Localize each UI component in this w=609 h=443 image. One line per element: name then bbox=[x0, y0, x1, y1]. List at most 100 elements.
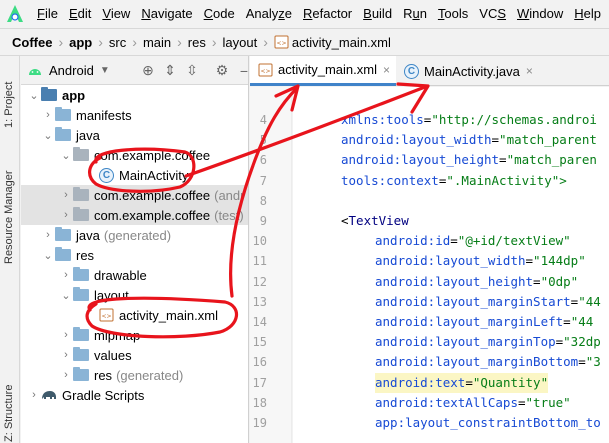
tree-row-values[interactable]: › values bbox=[21, 345, 248, 365]
java-class-icon: C bbox=[404, 63, 419, 79]
line-number: 10 bbox=[252, 234, 267, 249]
breadcrumb-module[interactable]: app bbox=[65, 35, 96, 50]
breadcrumb-main[interactable]: main bbox=[139, 35, 175, 50]
chevron-right-icon[interactable]: › bbox=[59, 369, 73, 381]
tree-row-java-generated[interactable]: › java (generated) bbox=[21, 225, 248, 245]
code-line: android:id="@+id/textView" bbox=[375, 233, 571, 249]
tree-row-app[interactable]: ⌄ app bbox=[21, 85, 248, 105]
chevron-right-icon[interactable]: › bbox=[59, 349, 73, 361]
menu-refactor[interactable]: Refactor bbox=[298, 0, 358, 28]
project-tool-tab[interactable]: 1: Project bbox=[3, 66, 17, 136]
tree-row-package-android-test[interactable]: › com.example.coffee (andr bbox=[21, 185, 248, 205]
menu-code[interactable]: Code bbox=[199, 0, 241, 28]
module-folder-icon bbox=[41, 87, 57, 101]
chevron-right-icon: › bbox=[177, 34, 182, 50]
breadcrumb-project[interactable]: Coffee bbox=[8, 35, 56, 50]
breadcrumb-file-label: activity_main.xml bbox=[291, 34, 391, 50]
code-line: android:layout_marginTop="32dp bbox=[375, 334, 601, 350]
menu-file[interactable]: File bbox=[32, 0, 64, 28]
tree-row-main-activity[interactable]: C MainActivity bbox=[21, 165, 248, 185]
breadcrumb: Coffee › app › src › main › res › layout… bbox=[0, 28, 609, 56]
code-line: xmlns:tools="http://schemas.androi bbox=[341, 112, 597, 127]
line-number: 14 bbox=[252, 315, 267, 329]
folder-icon bbox=[55, 227, 71, 241]
tree-label: app bbox=[62, 87, 86, 103]
tab-activity-main-xml[interactable]: <> activity_main.xml × bbox=[250, 56, 396, 86]
line-number: 15 bbox=[252, 335, 267, 350]
folder-icon bbox=[55, 247, 71, 261]
tree-row-res[interactable]: ⌄ res bbox=[21, 245, 248, 265]
project-panel: Android ▼ ⊕ ⇕ ⇳ ⚙ − ⌄ app › manifests ⌄ … bbox=[21, 56, 249, 443]
tree-row-activity-main-xml[interactable]: <> activity_main.xml bbox=[21, 305, 248, 325]
tree-row-java[interactable]: ⌄ java bbox=[21, 125, 248, 145]
menu-build[interactable]: Build bbox=[358, 0, 398, 28]
code-line: android:layout_marginLeft="44 bbox=[375, 314, 594, 329]
chevron-down-icon[interactable]: ⌄ bbox=[41, 249, 55, 262]
resource-manager-tab[interactable]: Resource Manager bbox=[3, 146, 17, 266]
project-view-selector[interactable]: Android bbox=[49, 63, 94, 78]
breadcrumb-file[interactable]: <> activity_main.xml bbox=[270, 35, 395, 50]
tree-row-layout[interactable]: ⌄ layout bbox=[21, 285, 248, 305]
breadcrumb-layout[interactable]: layout bbox=[219, 35, 262, 50]
chevron-down-icon[interactable]: ⌄ bbox=[27, 89, 41, 102]
chevron-down-icon[interactable]: ⌄ bbox=[41, 129, 55, 142]
tree-row-res-generated[interactable]: › res (generated) bbox=[21, 365, 248, 385]
chevron-right-icon[interactable]: › bbox=[59, 269, 73, 281]
collapse-all-icon[interactable]: ⇳ bbox=[181, 60, 203, 82]
breadcrumb-src[interactable]: src bbox=[105, 35, 130, 50]
chevron-right-icon[interactable]: › bbox=[59, 189, 73, 201]
code-editor[interactable]: xmlns:tools="http://schemas.androi androi… bbox=[293, 87, 609, 443]
structure-tool-tab[interactable]: Z: Structure bbox=[3, 360, 17, 442]
code-line: android:layout_marginBottom="3 bbox=[375, 354, 601, 370]
svg-text:<>: <> bbox=[276, 40, 286, 47]
menu-window[interactable]: Window bbox=[512, 0, 569, 28]
menu-edit[interactable]: Edit bbox=[64, 0, 97, 28]
locate-target-icon[interactable]: ⊕ bbox=[137, 60, 159, 82]
menu-analyze[interactable]: Analyze bbox=[241, 0, 298, 28]
tree-label: drawable bbox=[94, 267, 147, 283]
menu-help[interactable]: Help bbox=[569, 0, 607, 28]
breadcrumb-res[interactable]: res bbox=[184, 35, 210, 50]
chevron-right-icon[interactable]: › bbox=[41, 109, 55, 121]
tab-main-activity-java[interactable]: C MainActivity.java × bbox=[398, 56, 548, 86]
tree-row-package-test[interactable]: › com.example.coffee (test) bbox=[21, 205, 248, 225]
chevron-down-icon[interactable]: ▼ bbox=[100, 65, 110, 76]
tree-row-mipmap[interactable]: › mipmap bbox=[21, 325, 248, 345]
close-icon[interactable]: × bbox=[383, 63, 390, 77]
gradle-elephant-icon bbox=[41, 389, 57, 401]
menu-run[interactable]: Run bbox=[398, 0, 433, 28]
svg-text:<>: <> bbox=[101, 313, 111, 320]
expand-all-icon[interactable]: ⇕ bbox=[159, 60, 181, 82]
line-number: 16 bbox=[252, 355, 267, 370]
chevron-right-icon[interactable]: › bbox=[27, 389, 41, 401]
chevron-right-icon: › bbox=[211, 34, 217, 50]
chevron-right-icon[interactable]: › bbox=[59, 209, 73, 221]
menu-navigate[interactable]: Navigate bbox=[136, 0, 198, 28]
tree-row-gradle-scripts[interactable]: › Gradle Scripts bbox=[21, 385, 248, 405]
gear-icon[interactable]: ⚙ bbox=[211, 60, 233, 82]
tree-row-manifests[interactable]: › manifests bbox=[21, 105, 248, 125]
tree-label: mipmap bbox=[94, 327, 141, 343]
tree-label: res bbox=[76, 247, 95, 263]
tree-label: values bbox=[94, 347, 132, 363]
line-number: 18 bbox=[252, 395, 267, 410]
menu-tools[interactable]: Tools bbox=[433, 0, 474, 28]
chevron-down-icon[interactable]: ⌄ bbox=[59, 149, 73, 162]
tree-label: com.example.coffee bbox=[94, 147, 211, 163]
chevron-down-icon[interactable]: ⌄ bbox=[59, 289, 73, 302]
close-icon[interactable]: × bbox=[526, 64, 533, 78]
project-tool-tab-label: 1: Project bbox=[3, 81, 15, 128]
menu-vcs[interactable]: VCS bbox=[474, 0, 512, 28]
line-number: 6 bbox=[259, 153, 267, 168]
tree-row-drawable[interactable]: › drawable bbox=[21, 265, 248, 285]
chevron-right-icon[interactable]: › bbox=[41, 229, 55, 241]
tree-suffix: (generated) bbox=[103, 227, 172, 243]
tree-label: manifests bbox=[76, 107, 132, 123]
line-number: 17 bbox=[252, 375, 267, 390]
editor-tab-bar: <> activity_main.xml × C MainActivity.ja… bbox=[250, 56, 609, 86]
chevron-right-icon[interactable]: › bbox=[59, 329, 73, 341]
hide-minus-icon[interactable]: − bbox=[233, 60, 248, 82]
chevron-right-icon: › bbox=[132, 34, 137, 50]
tree-row-package[interactable]: ⌄ com.example.coffee bbox=[21, 145, 248, 165]
menu-view[interactable]: View bbox=[97, 0, 136, 28]
